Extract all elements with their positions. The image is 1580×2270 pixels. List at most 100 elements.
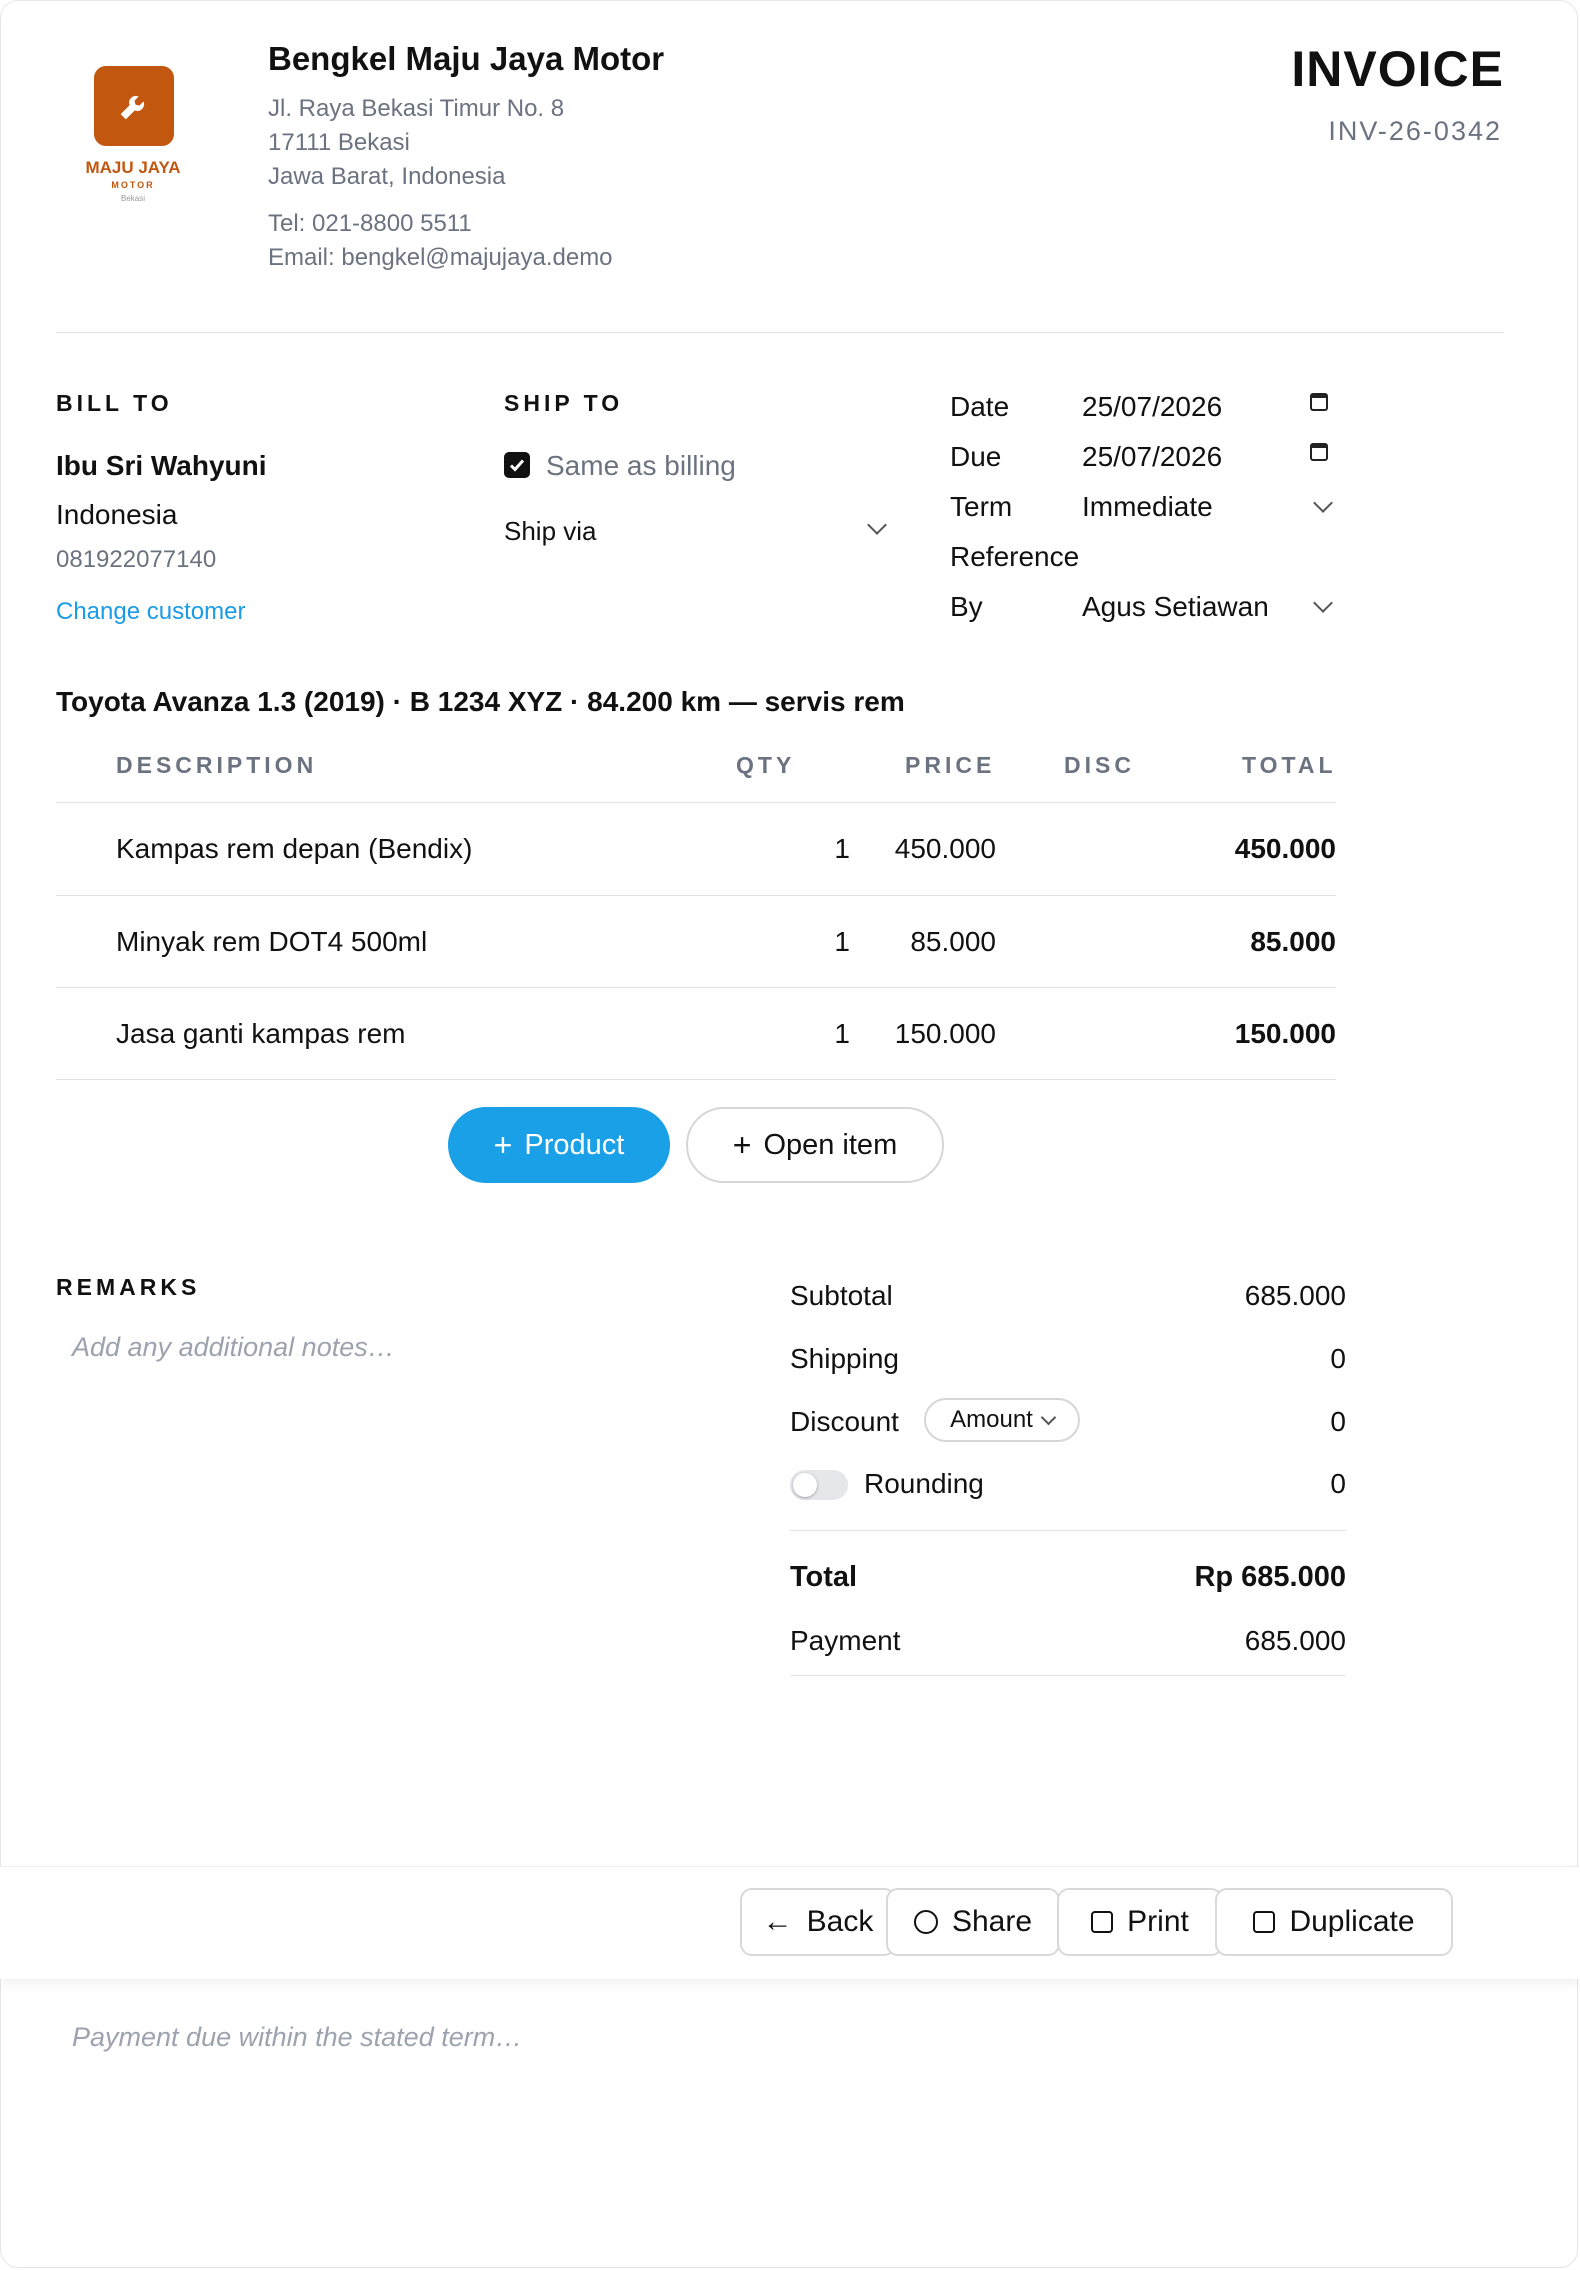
rounding-value: 0 <box>1330 1468 1346 1499</box>
print-button[interactable]: Print <box>1057 1888 1223 1956</box>
table-row[interactable]: Kampas rem depan (Bendix) 1 450.000 450.… <box>56 803 1336 896</box>
chevron-down-icon <box>1040 1409 1057 1425</box>
item-qty[interactable]: 1 <box>834 833 850 865</box>
discount-mode-select[interactable]: Amount <box>924 1398 1080 1442</box>
payment-label: Payment <box>790 1625 901 1656</box>
col-total: TOTAL <box>1242 752 1337 778</box>
term-label: Term <box>950 491 1013 522</box>
calendar-icon[interactable] <box>1310 443 1328 461</box>
date-label: Date <box>950 391 1010 422</box>
subtotal-value: 685.000 <box>1244 1280 1346 1311</box>
discount-label: Discount <box>790 1406 899 1437</box>
company-email: Email: bengkel@majujaya.demo <box>268 244 613 271</box>
totals-divider <box>790 1530 1346 1531</box>
company-tel: Tel: 021-8800 5511 <box>268 210 472 237</box>
rounding-label: Rounding <box>864 1468 984 1499</box>
item-price[interactable]: 150.000 <box>895 1018 996 1050</box>
shipping-label: Shipping <box>790 1343 899 1374</box>
remarks-label: REMARKS <box>56 1274 201 1300</box>
by-select[interactable]: Agus Setiawan <box>1082 591 1269 623</box>
remarks-input[interactable]: Add any additional notes… <box>72 1332 712 1532</box>
customer-name: Ibu Sri Wahyuni <box>56 450 267 481</box>
add-product-button[interactable]: + Product <box>448 1107 670 1183</box>
print-icon <box>1091 1911 1114 1933</box>
table-row[interactable]: Minyak rem DOT4 500ml 1 85.000 85.000 <box>56 896 1336 988</box>
address-line-3: Jawa Barat, Indonesia <box>268 163 506 190</box>
item-description[interactable]: Jasa ganti kampas rem <box>116 1018 405 1050</box>
discount-mode-label: Amount <box>950 1406 1033 1433</box>
ship-via-select[interactable]: Ship via <box>504 512 890 552</box>
plus-icon: + <box>732 1127 752 1163</box>
share-icon <box>913 1910 938 1934</box>
item-price[interactable]: 85.000 <box>910 926 996 958</box>
company-logo: MAJU JAYA MOTOR Bekasi <box>70 66 196 216</box>
change-customer-link[interactable]: Change customer <box>56 598 245 626</box>
shipping-value[interactable]: 0 <box>1330 1343 1346 1375</box>
duplicate-label: Duplicate <box>1289 1905 1415 1938</box>
share-label: Share <box>951 1905 1033 1938</box>
duplicate-icon <box>1253 1911 1276 1933</box>
bill-to-label: BILL TO <box>56 390 173 416</box>
same-as-billing-label[interactable]: Same as billing <box>546 450 736 482</box>
subtotal-label: Subtotal <box>790 1280 893 1311</box>
header-divider <box>56 332 1504 333</box>
share-button[interactable]: Share <box>886 1888 1060 1956</box>
logo-city: Bekasi <box>120 194 145 203</box>
total-value: Rp 685.000 <box>1194 1561 1346 1593</box>
item-price[interactable]: 450.000 <box>895 833 996 865</box>
vehicle-line: Toyota Avanza 1.3 (2019) · B 1234 XYZ · … <box>56 686 905 717</box>
reference-input[interactable] <box>1082 541 1332 573</box>
rounding-toggle[interactable] <box>790 1470 848 1500</box>
payment-value[interactable]: 685.000 <box>1245 1625 1346 1657</box>
company-name: Bengkel Maju Jaya Motor <box>268 40 665 77</box>
toggle-knob <box>793 1473 817 1497</box>
date-input[interactable]: 25/07/2026 <box>1082 391 1222 423</box>
item-total: 85.000 <box>1250 926 1336 957</box>
term-select[interactable]: Immediate <box>1082 491 1213 523</box>
discount-value[interactable]: 0 <box>1330 1406 1346 1438</box>
add-open-item-label: Open item <box>763 1128 898 1161</box>
by-label: By <box>950 591 983 622</box>
duplicate-button[interactable]: Duplicate <box>1215 1888 1453 1956</box>
due-input[interactable]: 25/07/2026 <box>1082 441 1222 473</box>
table-row[interactable]: Jasa ganti kampas rem 1 150.000 150.000 <box>56 988 1336 1080</box>
invoice-number: INV-26-0342 <box>1328 116 1502 146</box>
plus-icon: + <box>493 1127 513 1163</box>
reference-label: Reference <box>950 541 1080 572</box>
col-price: PRICE <box>905 752 996 778</box>
chevron-down-icon <box>867 515 887 535</box>
col-qty: QTY <box>736 752 796 778</box>
company-address: Jl. Raya Bekasi Timur No. 8 17111 Bekasi… <box>268 92 613 275</box>
due-label: Due <box>950 441 1002 472</box>
address-line-1: Jl. Raya Bekasi Timur No. 8 <box>268 95 565 122</box>
customer-phone: 081922077140 <box>56 546 217 573</box>
item-qty[interactable]: 1 <box>834 1018 850 1050</box>
back-button[interactable]: ← Back <box>740 1888 896 1956</box>
same-as-billing-checkbox[interactable] <box>504 452 530 478</box>
calendar-icon[interactable] <box>1310 393 1328 411</box>
item-total: 150.000 <box>1234 1018 1336 1049</box>
add-open-item-button[interactable]: + Open item <box>686 1107 944 1183</box>
ship-to-label: SHIP TO <box>504 390 624 416</box>
col-description: DESCRIPTION <box>116 752 318 778</box>
logo-sub: MOTOR <box>111 180 155 190</box>
col-disc: DISC <box>1064 752 1135 778</box>
payment-divider <box>790 1675 1346 1676</box>
customer-country: Indonesia <box>56 499 178 530</box>
logo-name: MAJU JAYA <box>85 158 181 177</box>
check-icon <box>509 459 525 472</box>
ship-via-label: Ship via <box>504 516 597 546</box>
total-label: Total <box>790 1561 858 1593</box>
terms-input[interactable]: Payment due within the stated term… <box>72 2022 1472 2202</box>
print-label: Print <box>1127 1905 1189 1938</box>
item-description[interactable]: Kampas rem depan (Bendix) <box>116 833 472 865</box>
item-total: 450.000 <box>1234 833 1336 864</box>
add-product-label: Product <box>524 1128 625 1161</box>
arrow-left-icon: ← <box>762 1905 793 1938</box>
back-label: Back <box>806 1905 874 1938</box>
invoice-title: INVOICE <box>1291 41 1504 97</box>
address-line-2: 17111 Bekasi <box>268 129 410 156</box>
item-qty[interactable]: 1 <box>834 926 850 958</box>
wrench-icon <box>94 66 174 146</box>
item-description[interactable]: Minyak rem DOT4 500ml <box>116 926 427 958</box>
